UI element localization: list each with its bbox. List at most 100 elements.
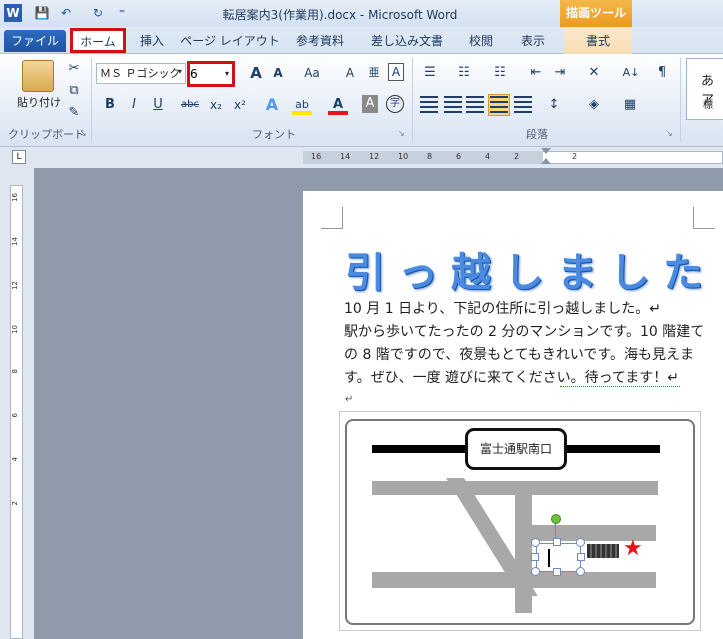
- resize-handle[interactable]: [531, 553, 539, 561]
- tab-home[interactable]: ホーム: [73, 31, 123, 53]
- star-icon[interactable]: ★: [623, 536, 643, 562]
- strikethrough-button[interactable]: abc: [178, 95, 202, 115]
- shrink-font-icon[interactable]: A: [268, 63, 288, 83]
- ruler-tick-label: 14: [11, 237, 19, 246]
- change-case-icon[interactable]: Aa: [300, 63, 324, 83]
- align-left-icon[interactable]: [420, 96, 438, 114]
- font-size-dropdown-icon[interactable]: ▾: [222, 64, 232, 84]
- font-name-combo[interactable]: ＭＳ Ｐゴシック: [96, 63, 186, 84]
- resize-handle[interactable]: [553, 568, 561, 576]
- resize-handle[interactable]: [531, 538, 540, 547]
- first-line-indent-marker[interactable]: [541, 148, 551, 154]
- ruler-tick-label: 16: [11, 193, 19, 202]
- tab-format[interactable]: 書式: [570, 30, 626, 52]
- ruler-tick-label: 2: [572, 152, 578, 161]
- resize-handle[interactable]: [531, 567, 540, 576]
- station-label[interactable]: 富士通駅南口: [465, 428, 567, 470]
- group-divider: [91, 58, 92, 142]
- paste-icon[interactable]: [22, 60, 54, 92]
- tab-references[interactable]: 参考資料: [286, 30, 354, 52]
- clipboard-launcher-icon[interactable]: ↘: [80, 129, 87, 138]
- line-spacing-icon[interactable]: ↕: [544, 95, 564, 115]
- tab-review[interactable]: 校閲: [458, 30, 504, 52]
- redo-icon[interactable]: ↻: [90, 5, 106, 21]
- multilevel-list-icon[interactable]: ☷: [490, 63, 510, 83]
- window-title: 転居案内3(作業用).docx - Microsoft Word: [222, 8, 458, 22]
- increase-indent-icon[interactable]: ⇥: [550, 63, 570, 83]
- ruler-tick-label: 4: [11, 457, 19, 462]
- format-painter-icon[interactable]: ✎: [64, 103, 84, 123]
- subscript-button[interactable]: x₂: [206, 95, 226, 115]
- cut-icon[interactable]: ✂: [64, 59, 84, 79]
- bullets-icon[interactable]: ☰: [420, 63, 440, 83]
- tab-view[interactable]: 表示: [510, 30, 556, 52]
- ruler-tick-label: 10: [11, 325, 19, 334]
- paragraph-group-label: 段落: [526, 128, 548, 141]
- clipboard-group-label: クリップボード: [8, 128, 85, 141]
- ruler-tick-label: 4: [485, 152, 491, 161]
- paste-button-label[interactable]: 貼り付け: [14, 94, 64, 110]
- text-cursor: [548, 549, 550, 567]
- body-line[interactable]: 駅から歩いてたったの 2 分のマンションです。10 階建て: [344, 321, 704, 344]
- bold-button[interactable]: B: [100, 95, 120, 115]
- margin-corner-mark: [693, 207, 715, 229]
- copy-icon[interactable]: ⧉: [64, 81, 84, 101]
- ruler-tick-label: 10: [398, 152, 409, 161]
- asian-layout-icon[interactable]: ✕: [584, 63, 604, 83]
- word-app-icon[interactable]: W: [4, 4, 22, 22]
- grow-font-icon[interactable]: A: [246, 63, 266, 83]
- superscript-button[interactable]: x²: [230, 95, 250, 115]
- style-sample-label[interactable]: 標: [703, 96, 713, 111]
- hanging-indent-marker[interactable]: [541, 158, 551, 164]
- phonetic-guide-icon[interactable]: 亜: [364, 63, 384, 83]
- customize-quick-access-icon[interactable]: ⁼: [114, 5, 130, 21]
- tab-page-layout[interactable]: ページ レイアウト: [180, 30, 280, 52]
- ruler-tick-label: 8: [11, 369, 19, 374]
- highlight-color-icon[interactable]: ab: [292, 95, 312, 115]
- resize-handle[interactable]: [576, 567, 585, 576]
- document-heading[interactable]: 引っ越しました: [345, 240, 716, 298]
- ruler-tick-label: 2: [514, 152, 520, 161]
- clear-format-icon[interactable]: A: [340, 63, 360, 83]
- sort-icon[interactable]: A↓: [620, 63, 642, 83]
- numbering-icon[interactable]: ☷: [454, 63, 474, 83]
- ruler-tick-label: 2: [11, 501, 19, 506]
- italic-button[interactable]: I: [124, 95, 144, 115]
- resize-handle[interactable]: [553, 538, 561, 546]
- font-size-input[interactable]: [190, 64, 216, 84]
- grammar-underline: [560, 386, 680, 387]
- show-marks-icon[interactable]: ¶: [652, 63, 672, 83]
- resize-handle[interactable]: [577, 553, 585, 561]
- paragraph-shading-icon[interactable]: ◈: [584, 95, 604, 115]
- paragraph-launcher-icon[interactable]: ↘: [666, 129, 673, 138]
- decrease-indent-icon[interactable]: ⇤: [526, 63, 546, 83]
- ruler-tick-label: 16: [311, 152, 322, 161]
- undo-icon[interactable]: ↶: [58, 5, 74, 21]
- tab-file[interactable]: ファイル: [4, 30, 66, 52]
- text-effects-icon[interactable]: A: [262, 95, 282, 115]
- enclose-characters-icon[interactable]: 字: [386, 95, 404, 113]
- rotation-handle[interactable]: [551, 514, 561, 524]
- tab-mailings[interactable]: 差し込み文書: [362, 30, 452, 52]
- ruler-tick-label: 12: [369, 152, 380, 161]
- building-block[interactable]: [587, 544, 619, 558]
- character-shading-icon[interactable]: A: [362, 95, 378, 113]
- font-name-dropdown-icon[interactable]: ▾: [178, 67, 182, 76]
- ruler-tick-label: 14: [340, 152, 351, 161]
- font-color-icon[interactable]: A: [328, 95, 348, 115]
- tab-selector-icon[interactable]: L: [12, 150, 26, 164]
- distributed-icon[interactable]: [514, 96, 532, 114]
- body-line[interactable]: の 8 階ですので、夜景もとてもきれいです。海も見えま: [344, 344, 694, 367]
- align-center-icon[interactable]: [444, 96, 462, 114]
- character-border-icon[interactable]: A: [388, 63, 404, 81]
- font-launcher-icon[interactable]: ↘: [398, 129, 405, 138]
- justify-icon[interactable]: [490, 96, 508, 114]
- resize-handle[interactable]: [576, 538, 585, 547]
- ruler-tick-label: 12: [11, 281, 19, 290]
- save-icon[interactable]: 💾: [34, 5, 50, 21]
- align-right-icon[interactable]: [466, 96, 484, 114]
- borders-icon[interactable]: ▦: [620, 95, 640, 115]
- body-line[interactable]: 10 月 1 日より、下記の住所に引っ越しました。↵: [344, 298, 661, 321]
- tab-insert[interactable]: 挿入: [130, 30, 174, 52]
- underline-button[interactable]: U: [148, 95, 168, 115]
